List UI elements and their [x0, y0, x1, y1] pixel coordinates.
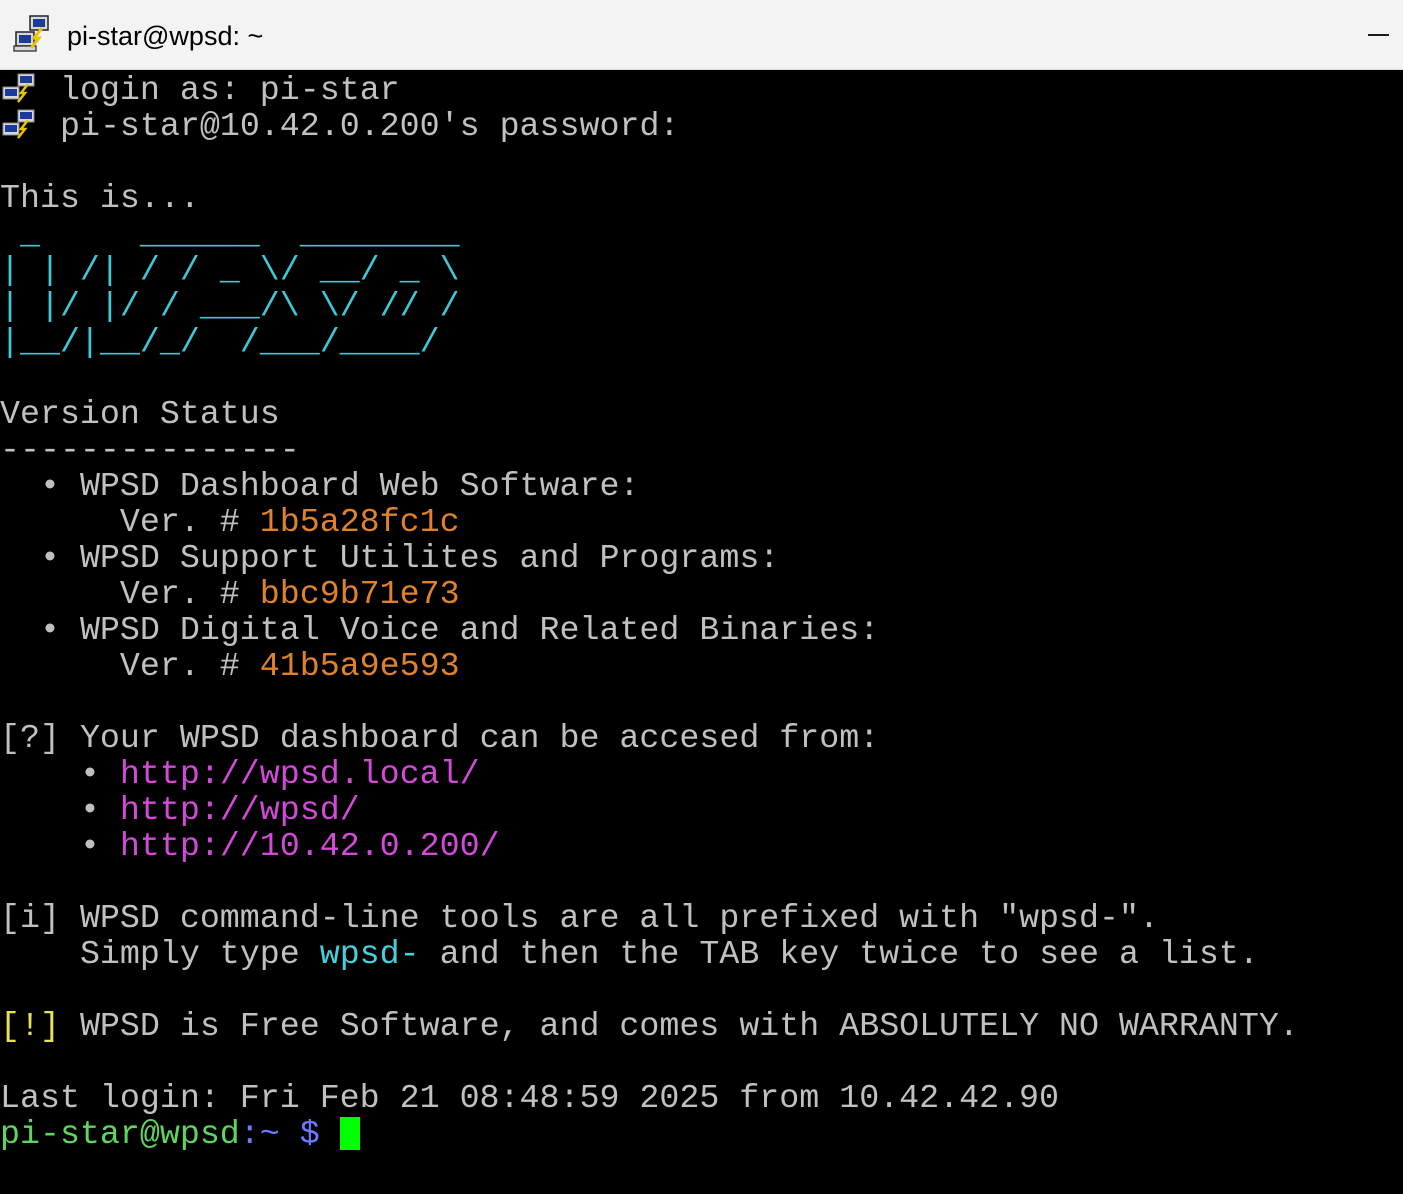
- putty-icon[interactable]: [12, 14, 54, 54]
- version-item: • WPSD Digital Voice and Related Binarie…: [0, 612, 879, 648]
- shell-prompt[interactable]: pi-star@wpsd:~ $: [0, 1116, 360, 1152]
- version-hash-line: Ver. # bbc9b71e73: [0, 576, 460, 612]
- ver-label: Ver. #: [119, 575, 240, 613]
- version-item-name: WPSD Support Utilites and Programs:: [79, 539, 780, 577]
- prompt-user-host: pi-star@wpsd: [0, 1115, 240, 1153]
- dashboard-info-text: Your WPSD dashboard can be accesed from:: [79, 719, 880, 757]
- last-login-line: Last login: Fri Feb 21 08:48:59 2025 fro…: [0, 1079, 1060, 1117]
- terminal-area[interactable]: login as: pi-star pi-star@10.42.0.200's …: [0, 72, 1403, 1194]
- ver-label: Ver. #: [119, 503, 240, 541]
- bullet: •: [39, 467, 60, 505]
- info-tag: [i]: [0, 899, 60, 937]
- password-line: pi-star@10.42.0.200's password:: [0, 108, 679, 144]
- version-item: • WPSD Support Utilites and Programs:: [0, 540, 779, 576]
- dashboard-url[interactable]: http://wpsd/: [120, 791, 360, 829]
- wpsd-command: wpsd-: [319, 935, 420, 973]
- ascii-art-line: |__/|__/_/ /___/____/: [0, 323, 440, 361]
- version-hash-line: Ver. # 1b5a28fc1c: [0, 504, 460, 540]
- bullet: •: [79, 791, 100, 829]
- warning-tag: [!]: [0, 1007, 60, 1045]
- version-item-name: WPSD Digital Voice and Related Binaries:: [79, 611, 880, 649]
- tools-info-text: WPSD command-line tools are all prefixed…: [79, 899, 1159, 937]
- dashboard-url[interactable]: http://10.42.0.200/: [120, 827, 500, 865]
- tools-info-suffix: and then the TAB key twice to see a list…: [439, 935, 1259, 973]
- dashboard-info-line: [?] Your WPSD dashboard can be accesed f…: [0, 720, 879, 756]
- putty-window: pi-star@wpsd: ~ login as: pi-star pi-sta…: [0, 0, 1403, 1194]
- bullet: •: [39, 539, 60, 577]
- ascii-art-line: _ ______ ________: [0, 215, 460, 253]
- version-hash: bbc9b71e73: [259, 575, 460, 613]
- tools-info-line2: Simply type wpsd- and then the TAB key t…: [0, 936, 1259, 972]
- bullet: •: [39, 611, 60, 649]
- warranty-text: WPSD is Free Software, and comes with AB…: [79, 1007, 1299, 1045]
- putty-event-icon: [0, 72, 40, 108]
- info-tag: [?]: [0, 719, 60, 757]
- version-item-name: WPSD Dashboard Web Software:: [79, 467, 640, 505]
- url-line: • http://10.42.0.200/: [0, 828, 500, 864]
- ascii-art-line: | |/ |/ / ___/\ \/ // /: [0, 287, 460, 325]
- version-status-heading: Version Status: [0, 395, 280, 433]
- bullet: •: [79, 755, 100, 793]
- minimize-button[interactable]: [1303, 0, 1403, 70]
- login-prompt-text: login as: pi-star: [59, 71, 400, 109]
- text-cursor: [339, 1117, 360, 1150]
- password-prompt-text: pi-star@10.42.0.200's password:: [59, 107, 680, 145]
- prompt-symbol: $: [299, 1115, 320, 1153]
- putty-event-icon: [0, 108, 40, 144]
- url-line: • http://wpsd.local/: [0, 756, 480, 792]
- window-title: pi-star@wpsd: ~: [67, 21, 264, 51]
- version-hash: 41b5a9e593: [259, 647, 460, 685]
- tools-info-line: [i] WPSD command-line tools are all pref…: [0, 900, 1159, 936]
- title-bar[interactable]: pi-star@wpsd: ~: [0, 0, 1403, 70]
- dashboard-url[interactable]: http://wpsd.local/: [120, 755, 480, 793]
- banner-intro: This is...: [0, 179, 200, 217]
- ver-label: Ver. #: [119, 647, 240, 685]
- ascii-art-line: | | /| / / _ \/ __/ _ \: [0, 251, 460, 289]
- warranty-line: [!] WPSD is Free Software, and comes wit…: [0, 1008, 1299, 1044]
- version-status-rule: ---------------: [0, 431, 300, 469]
- url-line: • http://wpsd/: [0, 792, 360, 828]
- version-hash: 1b5a28fc1c: [259, 503, 460, 541]
- tools-info-prefix: Simply type: [79, 935, 300, 973]
- login-line: login as: pi-star: [0, 72, 400, 108]
- bullet: •: [79, 827, 100, 865]
- minimize-icon: [1367, 34, 1389, 36]
- version-item: • WPSD Dashboard Web Software:: [0, 468, 639, 504]
- prompt-path: :~: [239, 1115, 280, 1153]
- version-hash-line: Ver. # 41b5a9e593: [0, 648, 460, 684]
